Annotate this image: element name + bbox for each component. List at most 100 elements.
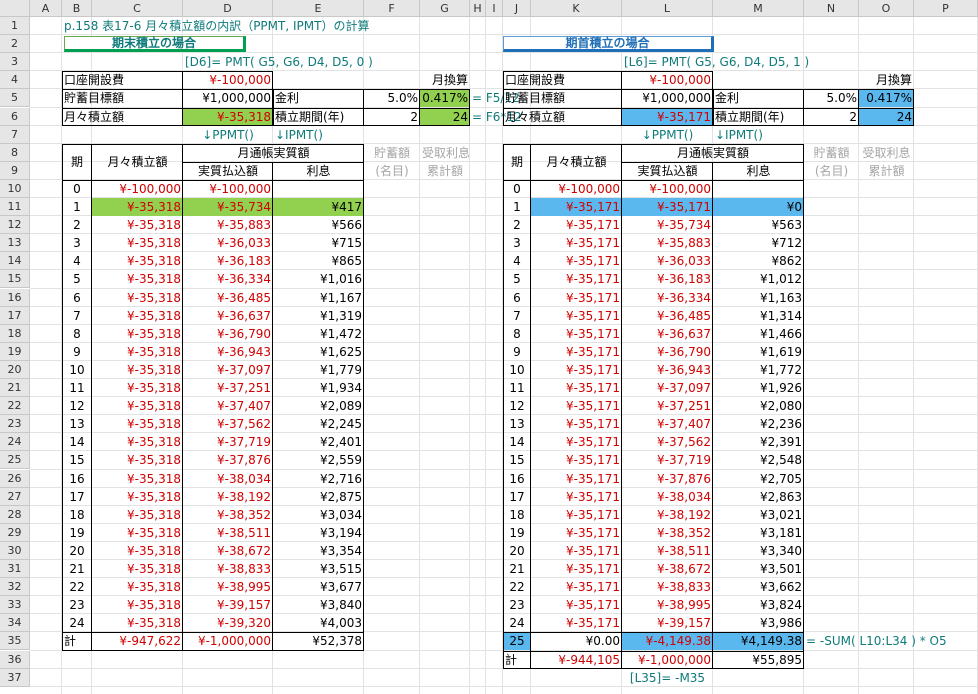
table-cell-risoku[interactable]: ¥3,515 (273, 560, 364, 578)
label-kouza[interactable]: 口座開設費 (62, 71, 183, 89)
table-cell-jisshitsu[interactable]: ¥-38,034 (183, 470, 273, 488)
column-header[interactable]: F (364, 0, 420, 17)
table-cell-risoku[interactable]: ¥2,391 (713, 433, 804, 451)
column-header[interactable]: K (531, 0, 622, 17)
table-cell-jisshitsu[interactable]: ¥-37,097 (183, 361, 273, 379)
table-cell-tsuki[interactable]: ¥-35,171 (531, 216, 622, 234)
column-header[interactable]: C (92, 0, 183, 17)
table-cell-ki[interactable]: 0 (503, 180, 531, 198)
value-tsuki[interactable]: ¥-35,318 (183, 107, 273, 126)
label-tsuki[interactable]: 月々積立額 (62, 108, 183, 126)
table-cell-ki[interactable]: 7 (503, 307, 531, 325)
row-header[interactable]: 7 (0, 125, 30, 144)
table-cell-risoku[interactable]: ¥862 (713, 252, 804, 270)
row-header[interactable]: 28 (0, 505, 30, 524)
table-cell-risoku[interactable]: ¥566 (273, 216, 364, 234)
row-header[interactable]: 29 (0, 523, 30, 542)
table-cell-jisshitsu[interactable]: ¥-39,320 (183, 614, 273, 632)
table-cell-ki[interactable]: 10 (503, 361, 531, 379)
table-cell-tsuki[interactable]: ¥-35,171 (531, 307, 622, 325)
table-cell-ki[interactable]: 22 (503, 578, 531, 596)
table-cell-risoku[interactable]: ¥1,934 (273, 379, 364, 397)
header-chochiku[interactable]: 貯蓄額 (364, 144, 420, 162)
table-cell-risoku[interactable]: ¥2,080 (713, 397, 804, 415)
table-cell-jisshitsu[interactable]: ¥-36,485 (183, 289, 273, 307)
table-cell-jisshitsu[interactable]: ¥-4,149.38 (622, 632, 713, 651)
table-cell-ki[interactable]: 13 (62, 415, 92, 433)
table-cell-tsuki[interactable]: ¥-35,171 (531, 614, 622, 632)
table-cell-risoku[interactable]: ¥712 (713, 234, 804, 252)
table-cell-risoku[interactable]: ¥1,319 (273, 307, 364, 325)
table-cell-jisshitsu[interactable]: ¥-38,833 (183, 560, 273, 578)
table-cell-tsuki[interactable]: ¥-35,318 (92, 397, 183, 415)
table-cell-jisshitsu[interactable]: ¥-37,251 (183, 379, 273, 397)
table-cell-tsuki[interactable]: ¥-35,171 (531, 289, 622, 307)
table-cell-jisshitsu[interactable]: ¥-38,192 (622, 506, 713, 524)
table-cell-jisshitsu[interactable]: ¥-35,734 (183, 198, 273, 217)
row-header[interactable]: 10 (0, 179, 30, 198)
row-header[interactable]: 17 (0, 306, 30, 325)
table-cell-ki[interactable]: 20 (503, 542, 531, 560)
header-ki[interactable]: 期 (503, 144, 531, 180)
note-sum[interactable]: = -SUM( L10:L34 ) * O5 (804, 632, 978, 650)
row-header[interactable]: 34 (0, 614, 30, 633)
table-cell-risoku[interactable]: ¥3,824 (713, 596, 804, 614)
value-o6[interactable]: 24 (859, 107, 914, 126)
row-header[interactable]: 3 (0, 53, 30, 72)
table-cell-ki[interactable]: 2 (62, 216, 92, 234)
table-cell-ki[interactable]: 18 (503, 506, 531, 524)
table-cell-risoku[interactable]: ¥1,926 (713, 379, 804, 397)
table-cell-jisshitsu[interactable]: ¥-37,097 (622, 379, 713, 397)
table-cell-tsuki[interactable]: ¥-35,171 (531, 542, 622, 560)
table-cell-ki[interactable]: 18 (62, 506, 92, 524)
column-header[interactable]: P (914, 0, 978, 17)
row-header[interactable]: 12 (0, 216, 30, 235)
table-cell-jisshitsu[interactable]: ¥-37,562 (183, 415, 273, 433)
table-cell-jisshitsu[interactable]: ¥-37,719 (183, 433, 273, 451)
row-header[interactable]: 19 (0, 342, 30, 361)
table-cell-jisshitsu[interactable]: ¥-35,171 (622, 198, 713, 217)
value-mokuhyo[interactable]: ¥1,000,000 (622, 89, 713, 107)
table-cell-tsuki[interactable]: ¥-35,171 (531, 451, 622, 469)
table-cell-tsuki[interactable]: ¥-35,171 (531, 343, 622, 361)
label-tsuki[interactable]: 月々積立額 (503, 108, 622, 126)
table-cell-tsuki[interactable]: ¥-35,318 (92, 325, 183, 343)
table-cell-jisshitsu[interactable]: ¥-38,672 (183, 542, 273, 560)
total-label[interactable]: 計 (503, 651, 531, 669)
table-cell-tsuki[interactable]: ¥-35,318 (92, 506, 183, 524)
table-cell-risoku[interactable]: ¥3,354 (273, 542, 364, 560)
table-cell-ki[interactable]: 1 (62, 198, 92, 216)
table-cell-ki[interactable]: 25 (503, 632, 531, 651)
header-chochiku[interactable]: 貯蓄額 (804, 144, 859, 162)
note-l35[interactable]: [L35]= -M35 (622, 669, 713, 687)
page-title[interactable]: p.158 表17-6 月々積立額の内訳（PPMT, IPMT）の計算 (62, 17, 914, 35)
header-ki[interactable]: 期 (62, 144, 92, 180)
column-header[interactable]: N (804, 0, 859, 17)
select-all-corner[interactable] (0, 0, 30, 17)
table-cell-ki[interactable]: 10 (62, 361, 92, 379)
table-cell-ki[interactable]: 13 (503, 415, 531, 433)
table-cell-ki[interactable]: 6 (62, 289, 92, 307)
table-cell-tsuki[interactable]: ¥-35,171 (531, 524, 622, 542)
table-cell-jisshitsu[interactable]: ¥-38,995 (622, 596, 713, 614)
note-ipmt[interactable]: ↓IPMT() (273, 126, 364, 144)
table-cell-jisshitsu[interactable]: ¥-36,334 (622, 289, 713, 307)
table-cell-tsuki[interactable]: ¥-35,318 (92, 343, 183, 361)
table-cell-risoku[interactable]: ¥3,662 (713, 578, 804, 596)
table-cell-ki[interactable]: 5 (62, 270, 92, 288)
table-cell-tsuki[interactable]: ¥-35,318 (92, 470, 183, 488)
table-cell-ki[interactable]: 3 (503, 234, 531, 252)
table-cell-risoku[interactable]: ¥1,012 (713, 270, 804, 288)
table-cell-tsuki[interactable]: ¥-35,318 (92, 488, 183, 506)
table-cell-risoku[interactable]: ¥417 (273, 198, 364, 217)
table-cell-ki[interactable]: 4 (503, 252, 531, 270)
total-jisshitsu[interactable]: ¥-1,000,000 (183, 632, 273, 650)
label-kikan[interactable]: 積立期間(年) (273, 108, 364, 126)
table-cell-risoku[interactable]: ¥715 (273, 234, 364, 252)
table-cell-tsuki[interactable]: ¥-35,318 (92, 289, 183, 307)
total-risoku[interactable]: ¥52,378 (273, 632, 364, 650)
row-header[interactable]: 2 (0, 35, 30, 54)
total-risoku[interactable]: ¥55,895 (713, 651, 804, 669)
table-cell-jisshitsu[interactable]: ¥-39,157 (183, 596, 273, 614)
table-cell-risoku[interactable]: ¥3,501 (713, 560, 804, 578)
